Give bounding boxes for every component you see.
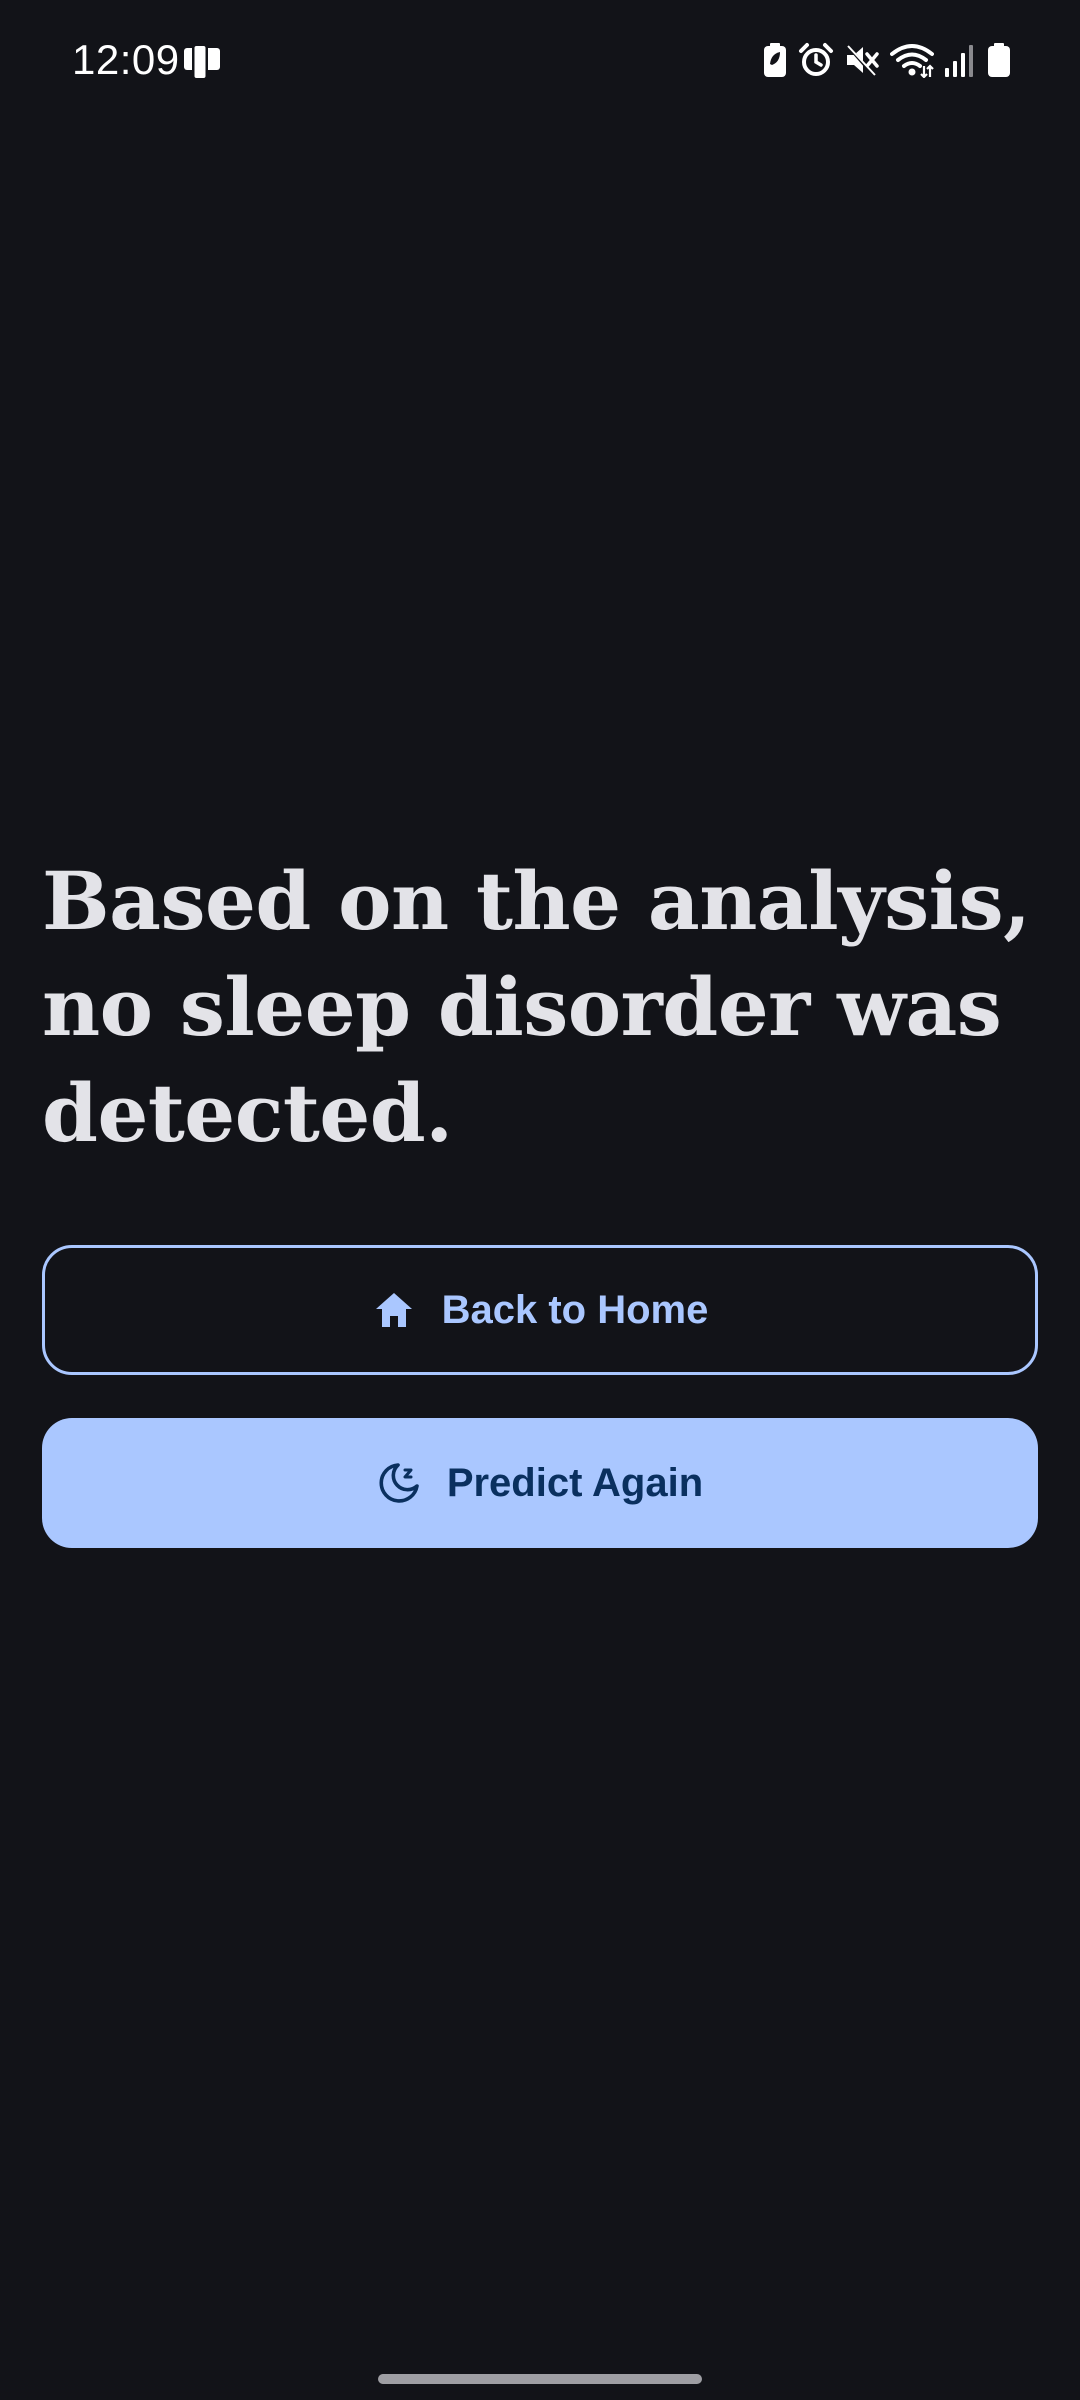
predict-again-label: Predict Again [446, 1460, 704, 1505]
gesture-navigation-bar[interactable] [378, 2374, 702, 2384]
battery-saver-icon [762, 42, 788, 78]
home-icon [372, 1288, 416, 1332]
wifi-icon [890, 42, 934, 78]
predict-again-button[interactable]: Predict Again [42, 1418, 1038, 1548]
back-to-home-label: Back to Home [441, 1287, 709, 1332]
status-time: 12:09 [72, 36, 180, 83]
status-bar: 12:09 [0, 0, 1080, 120]
signal-icon [944, 42, 976, 78]
device-transfer-icon [182, 40, 222, 84]
alarm-icon [798, 42, 834, 78]
back-to-home-button[interactable]: Back to Home [42, 1245, 1038, 1375]
battery-icon [986, 42, 1012, 78]
mute-icon [844, 42, 880, 78]
status-icons [762, 38, 1012, 82]
sleep-moon-icon [377, 1461, 421, 1505]
result-message: Based on the analysis, no sleep disorder… [42, 854, 1031, 1160]
